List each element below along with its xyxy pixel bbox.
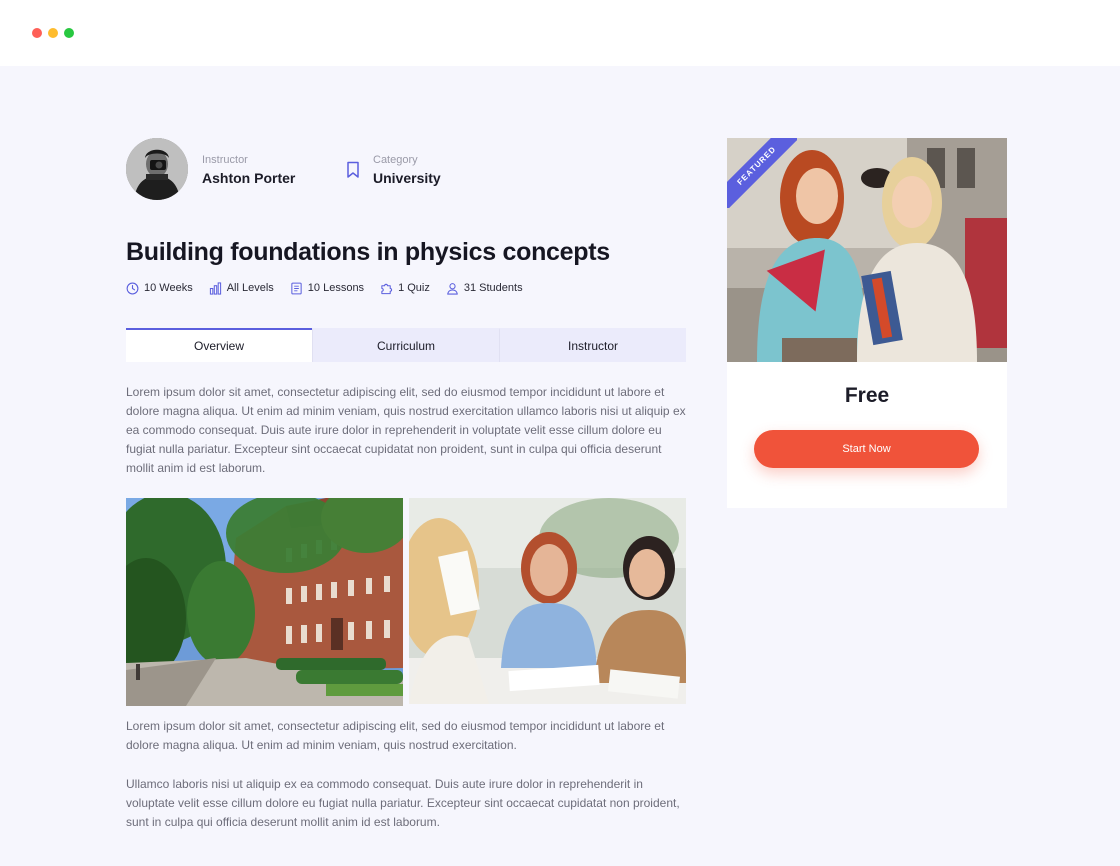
students-studying-image <box>409 498 686 704</box>
start-now-button[interactable]: Start Now <box>754 430 979 468</box>
instructor-avatar[interactable] <box>126 138 188 200</box>
window-close-button[interactable] <box>32 28 42 38</box>
puzzle-icon <box>381 283 393 294</box>
featured-ribbon-label: FEATURED <box>727 138 797 208</box>
course-price: Free <box>844 384 890 407</box>
tab-curriculum[interactable]: Curriculum <box>312 328 499 362</box>
featured-ribbon: FEATURED <box>727 138 797 208</box>
book-icon <box>291 282 302 294</box>
category-label: Category <box>373 154 418 166</box>
stat-lessons-text: 10 Lessons <box>307 282 365 294</box>
stat-level: All Levels <box>209 281 274 295</box>
avatar-photo <box>126 138 188 200</box>
campus-image <box>126 498 403 706</box>
window-minimize-button[interactable] <box>48 28 58 38</box>
stat-duration: 10 Weeks <box>126 282 193 295</box>
overview-paragraph-3: Ullamco laboris nisi ut aliquip ex ea co… <box>126 777 680 829</box>
stat-students-text: 31 Students <box>463 282 523 294</box>
instructor-name[interactable]: Ashton Porter <box>202 170 295 186</box>
stat-lessons: 10 Lessons <box>290 282 364 295</box>
course-tabs: Overview Curriculum Instructor <box>126 328 686 362</box>
campus-photo <box>126 498 403 706</box>
overview-paragraph-2: Lorem ipsum dolor sit amet, consectetur … <box>126 719 665 752</box>
course-stats: 10 Weeks All Levels 10 Lessons 1 Quiz 31… <box>126 280 539 296</box>
user-icon <box>447 282 458 295</box>
instructor-label: Instructor <box>202 154 248 166</box>
bar-chart-icon <box>209 281 221 295</box>
stat-quiz-text: 1 Quiz <box>398 282 430 294</box>
bookmark-icon <box>347 161 359 178</box>
course-title: Building foundations in physics concepts <box>126 238 610 266</box>
category-value[interactable]: University <box>373 170 441 186</box>
stat-duration-text: 10 Weeks <box>144 282 193 294</box>
clock-icon <box>126 282 139 294</box>
overview-paragraph-1: Lorem ipsum dolor sit amet, consectetur … <box>126 385 686 475</box>
stat-students: 31 Students <box>446 282 523 295</box>
stat-quiz: 1 Quiz <box>380 282 430 295</box>
students-photo <box>409 498 686 704</box>
tab-instructor[interactable]: Instructor <box>499 328 686 362</box>
window-maximize-button[interactable] <box>64 28 74 38</box>
enroll-card: FEATURED Free Start Now <box>727 138 1007 508</box>
tab-overview[interactable]: Overview <box>126 328 312 362</box>
stat-level-text: All Levels <box>226 282 274 294</box>
window-titlebar <box>0 0 1120 66</box>
